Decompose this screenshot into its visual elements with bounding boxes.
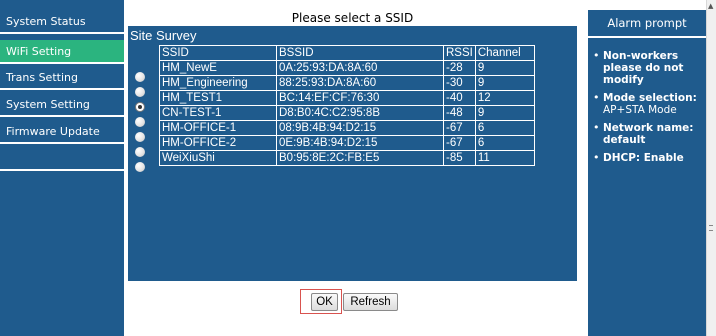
sidebar-item-firmware-update[interactable]: Firmware Update	[0, 120, 124, 144]
bssid-cell: BC:14:EF:CF:76:30	[276, 90, 444, 106]
ssid-radio-4[interactable]	[135, 117, 145, 127]
channel-cell: 12	[474, 90, 535, 106]
refresh-button[interactable]: Refresh	[343, 293, 398, 311]
column-header-channel: Channel	[474, 45, 535, 61]
alarm-list: • Non-workers please do not modify • Mod…	[588, 50, 706, 170]
bullet-icon: •	[593, 151, 600, 164]
bssid-cell: 0A:25:93:DA:8A:60	[276, 60, 444, 76]
ssid-cell: WeiXiuShi	[159, 150, 277, 166]
channel-cell: 11	[474, 150, 535, 166]
table-row[interactable]: WeiXiuShi B0:95:8E:2C:FB:E5 -85 11	[159, 150, 535, 166]
alarm-text-bold: Network name:	[603, 122, 694, 134]
sidebar-item-system-status[interactable]: System Status	[0, 10, 124, 34]
ssid-cell: CN-TEST-1	[159, 105, 277, 121]
rssi-cell: -28	[443, 60, 476, 76]
vertical-scrollbar[interactable]: ▲	[706, 0, 716, 336]
ssid-radio-2[interactable]	[135, 87, 145, 97]
bullet-icon: •	[593, 49, 600, 62]
bssid-cell: B0:95:8E:2C:FB:E5	[276, 150, 444, 166]
rssi-cell: -67	[443, 120, 476, 136]
bullet-icon: •	[593, 91, 600, 104]
channel-cell: 9	[474, 105, 535, 121]
ssid-radio-1[interactable]	[135, 72, 145, 82]
ssid-cell: HM-OFFICE-2	[159, 135, 277, 151]
channel-cell: 9	[474, 60, 535, 76]
alarm-prompt-title: Alarm prompt	[588, 10, 706, 38]
sidebar-item-system-setting[interactable]: System Setting	[0, 93, 124, 117]
alarm-prompt-panel: Alarm prompt • Non-workers please do not…	[588, 10, 706, 336]
list-item: • Network name: default	[588, 121, 706, 147]
ssid-cell: HM_TEST1	[159, 90, 277, 106]
rssi-cell: -85	[443, 150, 476, 166]
list-item: • Mode selection: AP+STA Mode	[588, 91, 706, 117]
alarm-text-bold: Mode selection:	[603, 92, 697, 104]
bssid-cell: 08:9B:4B:94:D2:15	[276, 120, 444, 136]
page-title: Please select a SSID	[128, 10, 577, 26]
ssid-radio-7[interactable]	[135, 162, 145, 172]
sidebar-item-wifi-setting[interactable]: WiFi Setting	[0, 40, 124, 64]
table-row[interactable]: HM-OFFICE-1 08:9B:4B:94:D2:15 -67 6	[159, 120, 535, 136]
ssid-cell: HM_Engineering	[159, 75, 277, 91]
table-row[interactable]: HM-OFFICE-2 0E:9B:4B:94:D2:15 -67 6	[159, 135, 535, 151]
rssi-cell: -30	[443, 75, 476, 91]
channel-cell: 6	[474, 120, 535, 136]
alarm-text-bold: Non-workers please do not modify	[603, 50, 684, 86]
ok-button[interactable]: OK	[311, 293, 338, 311]
ssid-cell: HM-OFFICE-1	[159, 120, 277, 136]
bssid-cell: 88:25:93:DA:8A:60	[276, 75, 444, 91]
button-bar: OK Refresh	[128, 281, 577, 336]
alarm-text-value: AP+STA Mode	[603, 104, 677, 116]
list-item: • DHCP: Enable	[588, 151, 706, 165]
ssid-radio-5[interactable]	[135, 132, 145, 142]
bssid-cell: 0E:9B:4B:94:D2:15	[276, 135, 444, 151]
channel-cell: 6	[474, 135, 535, 151]
ssid-cell: HM_NewE	[159, 60, 277, 76]
site-survey-panel: Please select a SSID Site Survey SSID BS…	[128, 10, 577, 336]
rssi-cell: -67	[443, 135, 476, 151]
rssi-cell: -48	[443, 105, 476, 121]
ssid-radio-3[interactable]	[135, 102, 145, 112]
bssid-cell: D8:B0:4C:C2:95:8B	[276, 105, 444, 121]
scroll-up-arrow-icon[interactable]: ▲	[708, 2, 713, 10]
table-row[interactable]: HM_Engineering 88:25:93:DA:8A:60 -30 9	[159, 75, 535, 91]
table-row-selected[interactable]: HM_TEST1 BC:14:EF:CF:76:30 -40 12	[159, 90, 535, 106]
sidebar-item-empty	[0, 147, 124, 171]
section-title: Site Survey	[130, 28, 197, 43]
sidebar-item-trans-setting[interactable]: Trans Setting	[0, 66, 124, 90]
alarm-text-value: default	[603, 134, 646, 146]
bullet-icon: •	[593, 121, 600, 134]
sidebar: System Status WiFi Setting Trans Setting…	[0, 0, 124, 336]
list-item: • Non-workers please do not modify	[588, 49, 706, 87]
column-header-bssid: BSSID	[276, 45, 444, 61]
table-header-row: SSID BSSID RSSI Channel	[159, 45, 535, 61]
channel-cell: 9	[474, 75, 535, 91]
rssi-cell: -40	[443, 90, 476, 106]
table-row[interactable]: CN-TEST-1 D8:B0:4C:C2:95:8B -48 9	[159, 105, 535, 121]
scroll-grip-icon[interactable]	[709, 225, 713, 231]
ssid-radio-6[interactable]	[135, 147, 145, 157]
table-row[interactable]: HM_NewE 0A:25:93:DA:8A:60 -28 9	[159, 60, 535, 76]
column-header-ssid: SSID	[159, 45, 277, 61]
alarm-text-bold: DHCP: Enable	[603, 152, 684, 164]
ssid-table: SSID BSSID RSSI Channel HM_NewE 0A:25:93…	[159, 45, 535, 166]
column-header-rssi: RSSI	[443, 45, 476, 61]
app-window: System Status WiFi Setting Trans Setting…	[0, 0, 716, 336]
